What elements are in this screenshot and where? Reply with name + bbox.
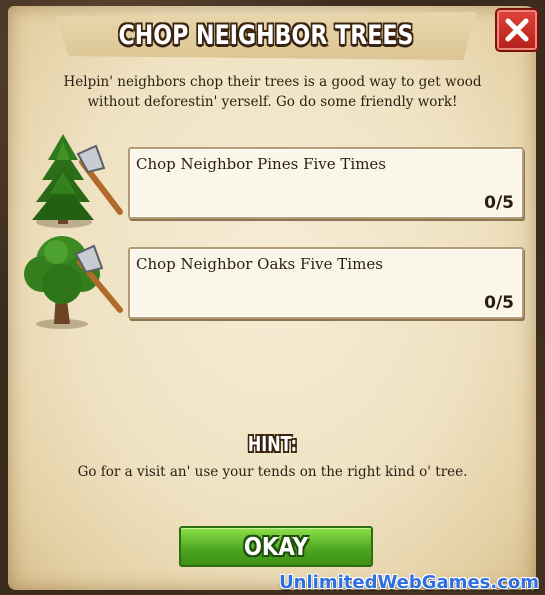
hint-text: Go for a visit an' use your tends on the… bbox=[77, 464, 468, 480]
task-card: Chop Neighbor Pines Five Times 0/5 bbox=[128, 147, 524, 219]
task-label: Chop Neighbor Pines Five Times bbox=[136, 155, 386, 173]
dialog-title: CHOP NEIGHBOR TREES bbox=[118, 20, 414, 51]
okay-button[interactable]: OKAY bbox=[179, 526, 373, 567]
site-watermark: UnlimitedWebGames.com bbox=[279, 572, 539, 593]
oak-tree-axe-icon bbox=[24, 236, 123, 329]
okay-button-label: OKAY bbox=[243, 532, 309, 561]
close-x-icon bbox=[505, 18, 529, 42]
task-card: Chop Neighbor Oaks Five Times 0/5 bbox=[128, 247, 524, 319]
task-progress: 0/5 bbox=[484, 293, 514, 313]
task-label: Chop Neighbor Oaks Five Times bbox=[136, 255, 383, 273]
close-button[interactable] bbox=[495, 8, 539, 52]
pine-tree-axe-icon bbox=[32, 134, 123, 228]
task-progress: 0/5 bbox=[484, 193, 514, 213]
intro-text: Helpin' neighbors chop their trees is a … bbox=[63, 74, 482, 110]
hint-title: HINT: bbox=[247, 432, 298, 456]
